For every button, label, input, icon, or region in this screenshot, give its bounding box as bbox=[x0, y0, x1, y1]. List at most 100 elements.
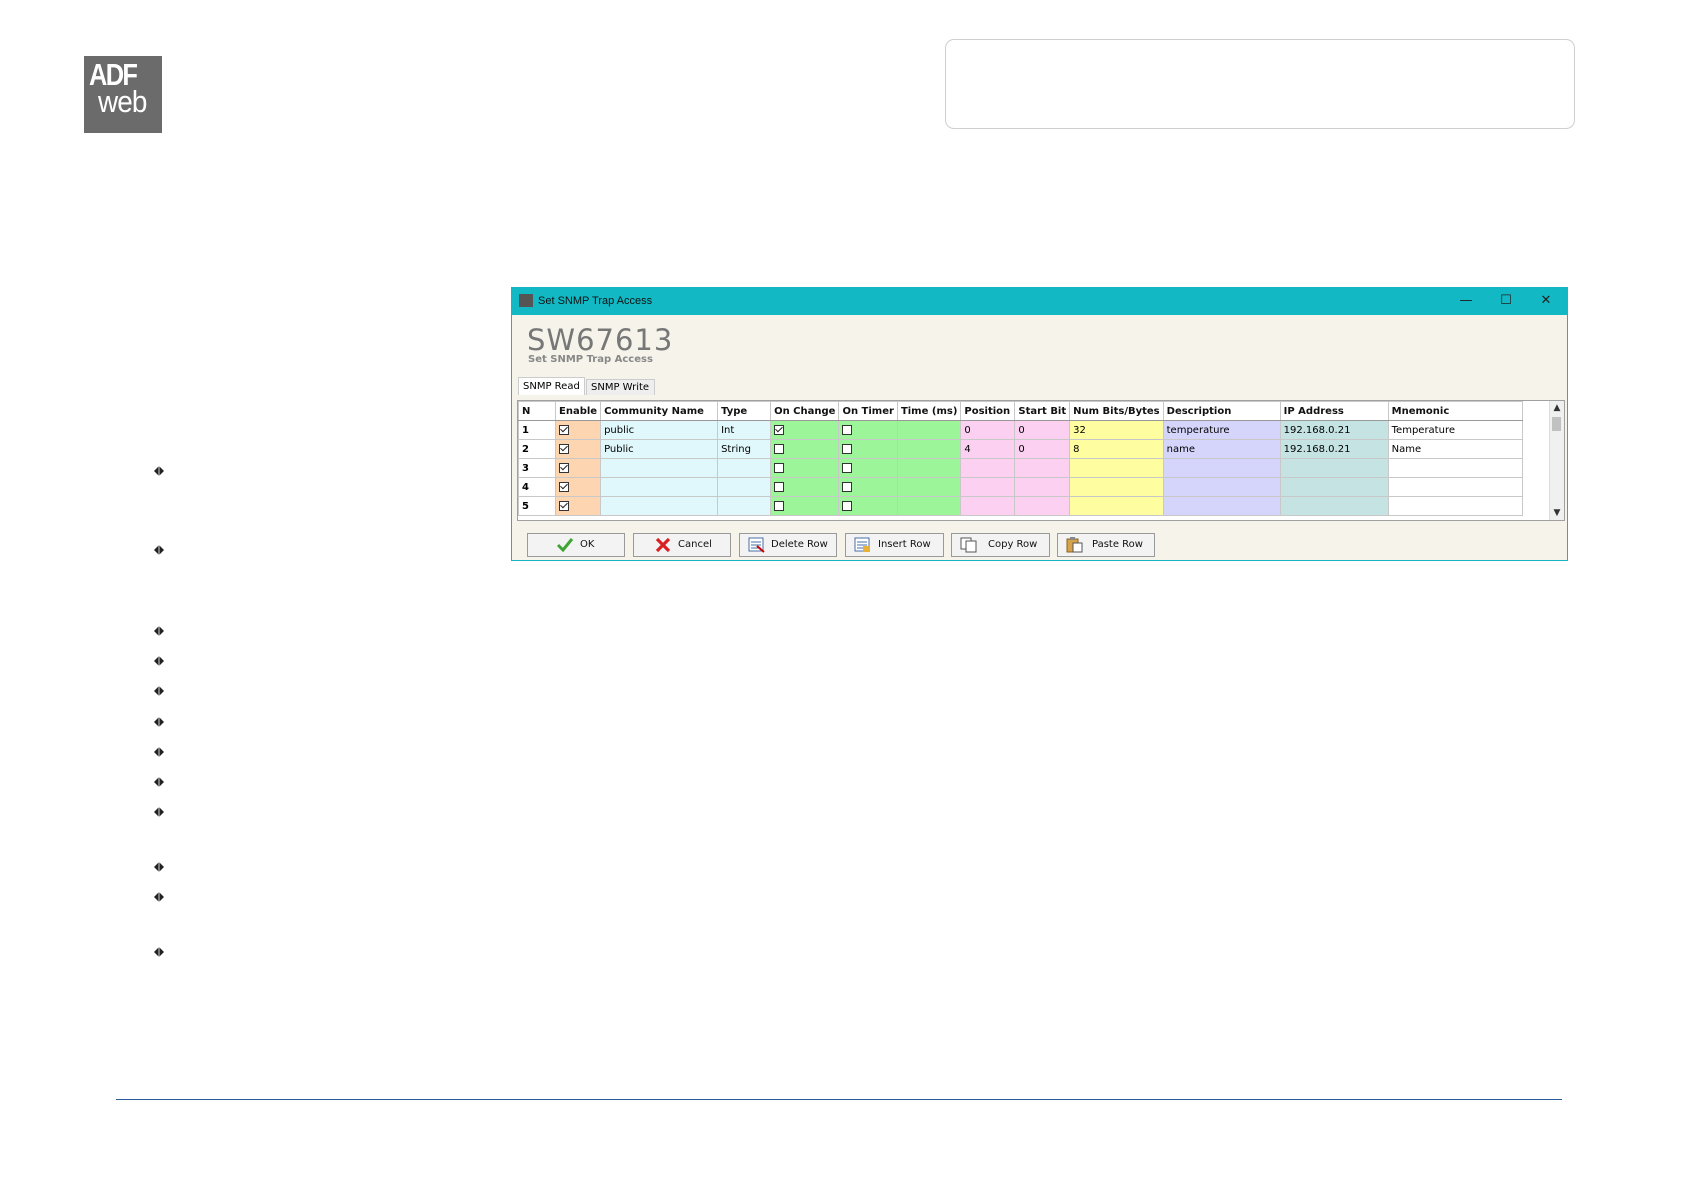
checkbox-icon[interactable] bbox=[559, 500, 569, 511]
column-header[interactable]: Num Bits/Bytes bbox=[1069, 401, 1164, 421]
description-cell[interactable]: name bbox=[1162, 439, 1281, 459]
row-number[interactable]: 1 bbox=[518, 420, 556, 440]
type-cell[interactable] bbox=[717, 458, 772, 478]
checkbox-icon[interactable] bbox=[559, 424, 569, 435]
column-header[interactable]: N bbox=[518, 401, 556, 421]
on-change-checkbox[interactable] bbox=[770, 420, 840, 440]
start-bit-cell[interactable] bbox=[1014, 496, 1071, 516]
community-name-cell[interactable] bbox=[600, 458, 719, 478]
type-cell[interactable]: Int bbox=[717, 420, 772, 440]
position-cell[interactable] bbox=[960, 477, 1016, 497]
vertical-scrollbar[interactable]: ▲ ▼ bbox=[1549, 401, 1564, 520]
position-cell[interactable]: 0 bbox=[960, 420, 1016, 440]
column-header[interactable]: Description bbox=[1162, 401, 1281, 421]
description-cell[interactable] bbox=[1162, 477, 1281, 497]
row-number[interactable]: 2 bbox=[518, 439, 556, 459]
checkbox-icon[interactable] bbox=[842, 462, 853, 473]
checkbox-icon[interactable] bbox=[559, 462, 569, 473]
on-change-checkbox[interactable] bbox=[770, 477, 840, 497]
on-timer-checkbox[interactable] bbox=[838, 458, 898, 478]
description-cell[interactable] bbox=[1162, 458, 1281, 478]
checkbox-icon[interactable] bbox=[559, 481, 569, 492]
on-change-checkbox[interactable] bbox=[770, 458, 840, 478]
row-number[interactable]: 5 bbox=[518, 496, 556, 516]
description-cell[interactable] bbox=[1162, 496, 1281, 516]
checkbox-icon[interactable] bbox=[774, 500, 785, 511]
position-cell[interactable] bbox=[960, 496, 1016, 516]
checkbox-icon[interactable] bbox=[559, 443, 569, 454]
table-row[interactable]: 1 public Int 0 0 32 temperature 192.168.0.21 Tem… bbox=[518, 420, 1523, 440]
mnemonic-cell[interactable]: Name bbox=[1387, 439, 1523, 459]
column-header[interactable]: Enable bbox=[554, 401, 602, 421]
enable-checkbox[interactable] bbox=[554, 458, 602, 478]
tab-snmp-read[interactable]: SNMP Read bbox=[518, 377, 585, 395]
table-row[interactable]: 4 bbox=[518, 477, 1523, 497]
column-header[interactable]: Type bbox=[717, 401, 772, 421]
num-bits-cell[interactable] bbox=[1069, 496, 1164, 516]
minimize-icon[interactable]: — bbox=[1455, 291, 1477, 311]
cancel-button[interactable]: Cancel bbox=[633, 533, 731, 557]
ok-button[interactable]: OK bbox=[527, 533, 625, 557]
community-name-cell[interactable] bbox=[600, 477, 719, 497]
position-cell[interactable]: 4 bbox=[960, 439, 1016, 459]
on-timer-checkbox[interactable] bbox=[838, 496, 898, 516]
paste-row-button[interactable]: Paste Row bbox=[1057, 533, 1155, 557]
column-header[interactable]: Time (ms) bbox=[896, 401, 962, 421]
column-header[interactable]: On Change bbox=[770, 401, 840, 421]
maximize-icon[interactable]: ☐ bbox=[1495, 291, 1517, 311]
row-number[interactable]: 3 bbox=[518, 458, 556, 478]
column-header[interactable]: On Timer bbox=[838, 401, 898, 421]
enable-checkbox[interactable] bbox=[554, 477, 602, 497]
on-timer-checkbox[interactable] bbox=[838, 477, 898, 497]
time-cell[interactable] bbox=[896, 477, 962, 497]
num-bits-cell[interactable] bbox=[1069, 458, 1164, 478]
start-bit-cell[interactable] bbox=[1014, 477, 1071, 497]
time-cell[interactable] bbox=[896, 439, 962, 459]
checkbox-icon[interactable] bbox=[842, 481, 853, 492]
checkbox-icon[interactable] bbox=[842, 424, 853, 435]
community-name-cell[interactable] bbox=[600, 496, 719, 516]
delete-row-button[interactable]: Delete Row bbox=[739, 533, 837, 557]
mnemonic-cell[interactable] bbox=[1387, 496, 1523, 516]
table-row[interactable]: 5 bbox=[518, 496, 1523, 516]
column-header[interactable]: Start Bit bbox=[1014, 401, 1071, 421]
type-cell[interactable] bbox=[717, 477, 772, 497]
on-change-checkbox[interactable] bbox=[770, 439, 840, 459]
num-bits-cell[interactable] bbox=[1069, 477, 1164, 497]
on-timer-checkbox[interactable] bbox=[838, 420, 898, 440]
ip-address-cell[interactable]: 192.168.0.21 bbox=[1279, 439, 1389, 459]
scroll-up-icon[interactable]: ▲ bbox=[1550, 401, 1564, 415]
checkbox-icon[interactable] bbox=[774, 424, 785, 435]
checkbox-icon[interactable] bbox=[842, 443, 853, 454]
time-cell[interactable] bbox=[896, 458, 962, 478]
insert-row-button[interactable]: Insert Row bbox=[845, 533, 944, 557]
mnemonic-cell[interactable] bbox=[1387, 458, 1523, 478]
description-cell[interactable]: temperature bbox=[1162, 420, 1281, 440]
enable-checkbox[interactable] bbox=[554, 439, 602, 459]
start-bit-cell[interactable]: 0 bbox=[1014, 420, 1071, 440]
table-row[interactable]: 2 Public String 4 0 8 name 192.168.0.21 Name bbox=[518, 439, 1523, 459]
time-cell[interactable] bbox=[896, 420, 962, 440]
on-timer-checkbox[interactable] bbox=[838, 439, 898, 459]
tab-snmp-write[interactable]: SNMP Write bbox=[586, 379, 655, 395]
checkbox-icon[interactable] bbox=[774, 462, 785, 473]
enable-checkbox[interactable] bbox=[554, 496, 602, 516]
checkbox-icon[interactable] bbox=[774, 481, 785, 492]
type-cell[interactable] bbox=[717, 496, 772, 516]
type-cell[interactable]: String bbox=[717, 439, 772, 459]
column-header[interactable]: Position bbox=[960, 401, 1016, 421]
community-name-cell[interactable]: public bbox=[600, 420, 719, 440]
checkbox-icon[interactable] bbox=[842, 500, 853, 511]
community-name-cell[interactable]: Public bbox=[600, 439, 719, 459]
close-icon[interactable]: ✕ bbox=[1535, 291, 1557, 311]
scroll-down-icon[interactable]: ▼ bbox=[1550, 506, 1564, 520]
row-number[interactable]: 4 bbox=[518, 477, 556, 497]
column-header[interactable]: IP Address bbox=[1279, 401, 1389, 421]
position-cell[interactable] bbox=[960, 458, 1016, 478]
ip-address-cell[interactable] bbox=[1279, 496, 1389, 516]
scroll-thumb[interactable] bbox=[1552, 417, 1561, 431]
start-bit-cell[interactable]: 0 bbox=[1014, 439, 1071, 459]
mnemonic-cell[interactable]: Temperature bbox=[1387, 420, 1523, 440]
table-row[interactable]: 3 bbox=[518, 458, 1523, 478]
mnemonic-cell[interactable] bbox=[1387, 477, 1523, 497]
